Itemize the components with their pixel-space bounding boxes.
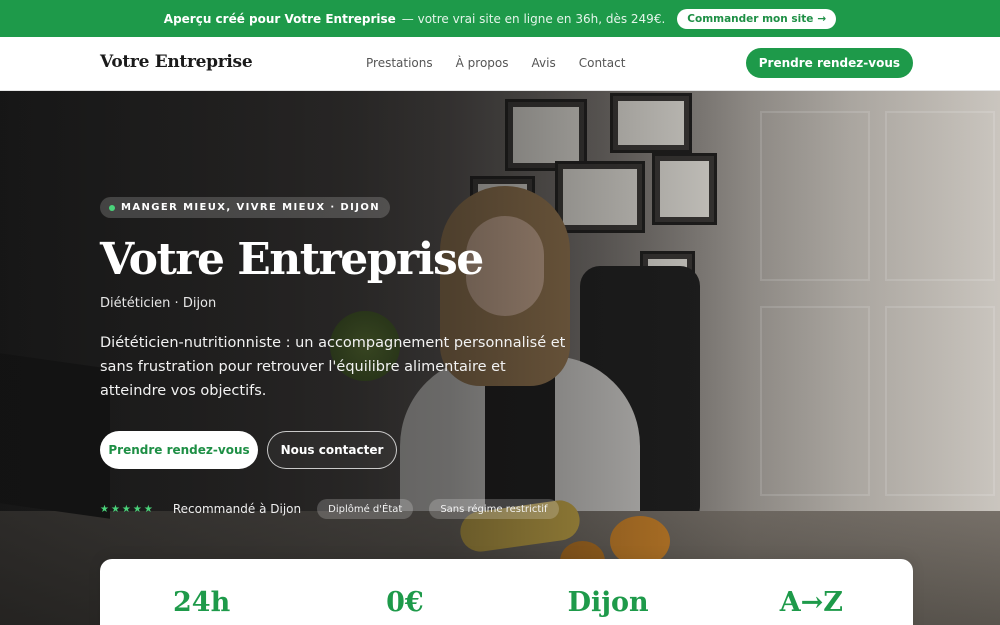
order-site-button[interactable]: Commander mon site → — [677, 8, 837, 29]
brand-logo[interactable]: Votre Entreprise — [100, 52, 253, 72]
nav-link-avis[interactable]: Avis — [532, 56, 556, 70]
promo-lead: Aperçu créé pour Votre Entreprise — [163, 11, 396, 26]
badge-diplome: Diplômé d'État — [317, 499, 414, 519]
hero-appointment-button[interactable]: Prendre rendez-vous — [100, 431, 258, 469]
stats-card: 24h 0€ Dijon A→Z — [100, 559, 913, 625]
trust-row: ★★★★★ Recommandé à Dijon Diplômé d'État … — [100, 499, 559, 519]
stat-value: 0€ — [386, 587, 424, 618]
hero-description: Diététicien-nutritionniste : un accompag… — [100, 335, 566, 399]
nav-link-contact[interactable]: Contact — [579, 56, 626, 70]
hero-eyebrow-badge: MANGER MIEUX, VIVRE MIEUX · DIJON — [100, 197, 391, 218]
stat-value: A→Z — [779, 587, 844, 618]
rating-text: Recommandé à Dijon — [172, 502, 302, 516]
nav-link-prestations[interactable]: Prestations — [366, 56, 433, 70]
hero-contact-button[interactable]: Nous contacter — [267, 431, 397, 469]
promo-banner: Aperçu créé pour Votre Entreprise — votr… — [0, 0, 1000, 37]
status-dot-icon — [109, 204, 115, 211]
nav-links: Prestations À propos Avis Contact — [366, 56, 625, 70]
top-nav: Votre Entreprise Prestations À propos Av… — [0, 37, 1000, 91]
badge-sans-regime: Sans régime restrictif — [429, 499, 559, 519]
hero-title: Votre Entreprise — [100, 234, 484, 285]
rating-stars-icon: ★★★★★ — [100, 503, 155, 515]
stat-value: Dijon — [567, 587, 649, 618]
order-site-label: Commander mon site — [687, 12, 814, 25]
hero-eyebrow-text: MANGER MIEUX, VIVRE MIEUX · DIJON — [121, 202, 381, 213]
arrow-right-icon: → — [817, 12, 827, 25]
nav-appointment-button[interactable]: Prendre rendez-vous — [745, 48, 913, 78]
nav-link-a-propos[interactable]: À propos — [456, 56, 509, 70]
hero-subtitle: Diététicien · Dijon — [100, 296, 217, 311]
promo-text: — votre vrai site en ligne en 36h, dès 2… — [401, 11, 666, 26]
hero-section: MANGER MIEUX, VIVRE MIEUX · DIJON Votre … — [0, 91, 1000, 625]
stat-value: 24h — [173, 587, 231, 618]
